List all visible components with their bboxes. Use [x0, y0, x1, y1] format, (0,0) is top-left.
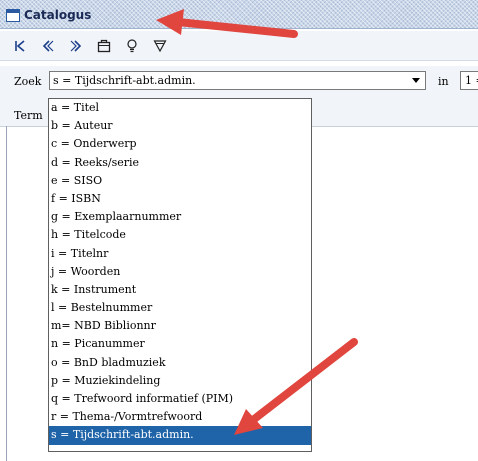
filter-icon [153, 39, 167, 52]
dropdown-option[interactable]: k = Instrument [49, 281, 311, 299]
search-field-select[interactable]: s = Tijdschrift-abt.admin. [49, 71, 426, 90]
left-panel-border [6, 126, 7, 461]
next-button[interactable] [64, 35, 88, 57]
dropdown-option[interactable]: l = Bestelnummer [49, 299, 311, 317]
dropdown-option[interactable]: n = Picanummer [49, 335, 311, 353]
dropdown-option[interactable]: j = Woorden [49, 263, 311, 281]
clipboard-icon [97, 39, 111, 52]
in-select[interactable]: 1 = [460, 71, 478, 90]
previous-button[interactable] [36, 35, 60, 57]
dropdown-option[interactable]: f = ISBN [49, 190, 311, 208]
dropdown-option[interactable]: m= NBD Biblionnr [49, 317, 311, 335]
dropdown-option[interactable]: a = Titel [49, 99, 311, 117]
first-record-button[interactable] [8, 35, 32, 57]
zoek-label: Zoek [14, 75, 42, 88]
dropdown-option[interactable]: e = SISO [49, 172, 311, 190]
lightbulb-icon [127, 38, 137, 52]
term-label: Term [14, 109, 43, 122]
title-row: Catalogus [6, 6, 187, 24]
first-record-icon [15, 39, 25, 52]
next-icon [70, 39, 82, 52]
search-field-value: s = Tijdschrift-abt.admin. [53, 74, 196, 87]
window-title: Catalogus [24, 8, 92, 22]
window-title-bar: Catalogus [0, 0, 478, 29]
search-row: Zoek s = Tijdschrift-abt.admin. in 1 = [0, 66, 478, 94]
lightbulb-button[interactable] [120, 35, 144, 57]
dropdown-option[interactable]: r = Thema-/Vormtrefwoord [49, 408, 311, 426]
dropdown-option[interactable]: o = BnD bladmuziek [49, 354, 311, 372]
dropdown-arrow-icon[interactable] [409, 74, 423, 87]
dropdown-option[interactable]: d = Reeks/serie [49, 154, 311, 172]
dropdown-option[interactable]: b = Auteur [49, 117, 311, 135]
in-select-value: 1 = [465, 74, 478, 87]
dropdown-option[interactable]: c = Onderwerp [49, 135, 311, 153]
in-label: in [438, 75, 449, 88]
filter-button[interactable] [148, 35, 172, 57]
previous-icon [42, 39, 54, 52]
dropdown-option[interactable]: s = Tijdschrift-abt.admin. [49, 426, 311, 445]
dropdown-option[interactable]: h = Titelcode [49, 226, 311, 244]
window-icon [6, 8, 20, 22]
search-field-dropdown-list[interactable]: a = Titel b = Auteur c = Onderwerp d = Reek… [48, 98, 312, 452]
dropdown-option[interactable]: i = Titelnr [49, 245, 311, 263]
dropdown-option[interactable]: q = Trefwoord informatief (PIM) [49, 390, 311, 408]
navigation-toolbar [0, 31, 478, 61]
dropdown-option[interactable]: p = Muziekindeling [49, 372, 311, 390]
title-spacer [91, 6, 187, 24]
dropdown-option[interactable]: g = Exemplaarnummer [49, 208, 311, 226]
clipboard-button[interactable] [92, 35, 116, 57]
